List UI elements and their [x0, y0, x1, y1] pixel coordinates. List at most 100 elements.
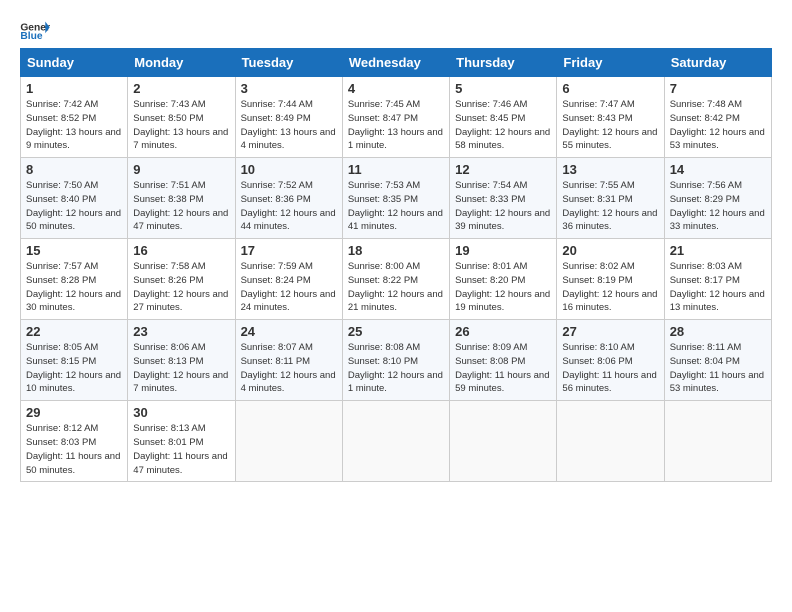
day-number: 20	[562, 243, 658, 258]
day-number: 21	[670, 243, 766, 258]
calendar-cell: 16 Sunrise: 7:58 AMSunset: 8:26 PMDayligh…	[128, 239, 235, 320]
day-number: 26	[455, 324, 551, 339]
day-header-monday: Monday	[128, 49, 235, 77]
header: General Blue	[20, 20, 772, 42]
day-info: Sunrise: 8:06 AMSunset: 8:13 PMDaylight:…	[133, 341, 229, 396]
day-number: 15	[26, 243, 122, 258]
day-info: Sunrise: 7:59 AMSunset: 8:24 PMDaylight:…	[241, 260, 337, 315]
week-row-5: 29 Sunrise: 8:12 AMSunset: 8:03 PMDayligh…	[21, 401, 772, 482]
calendar-cell: 4Sunrise: 7:45 AMSunset: 8:47 PMDaylight…	[342, 77, 449, 158]
calendar-cell: 19Sunrise: 8:01 AMSunset: 8:20 PMDayligh…	[450, 239, 557, 320]
calendar-cell: 24 Sunrise: 8:07 AMSunset: 8:11 PMDayligh…	[235, 320, 342, 401]
calendar-cell	[235, 401, 342, 482]
day-number: 9	[133, 162, 229, 177]
calendar-table: SundayMondayTuesdayWednesdayThursdayFrid…	[20, 48, 772, 482]
logo: General Blue	[20, 20, 50, 42]
day-info: Sunrise: 8:08 AMSunset: 8:10 PMDaylight:…	[348, 341, 444, 396]
day-info: Sunrise: 7:42 AMSunset: 8:52 PMDaylight:…	[26, 98, 122, 153]
day-info: Sunrise: 8:02 AMSunset: 8:19 PMDaylight:…	[562, 260, 658, 315]
header-row: SundayMondayTuesdayWednesdayThursdayFrid…	[21, 49, 772, 77]
day-number: 25	[348, 324, 444, 339]
day-number: 10	[241, 162, 337, 177]
day-info: Sunrise: 7:55 AMSunset: 8:31 PMDaylight:…	[562, 179, 658, 234]
calendar-cell: 7 Sunrise: 7:48 AMSunset: 8:42 PMDaylight…	[664, 77, 771, 158]
day-info: Sunrise: 8:09 AMSunset: 8:08 PMDaylight:…	[455, 341, 551, 396]
day-info: Sunrise: 7:46 AMSunset: 8:45 PMDaylight:…	[455, 98, 551, 153]
day-number: 5	[455, 81, 551, 96]
calendar-cell	[557, 401, 664, 482]
day-info: Sunrise: 8:12 AMSunset: 8:03 PMDaylight:…	[26, 422, 122, 477]
day-info: Sunrise: 8:10 AMSunset: 8:06 PMDaylight:…	[562, 341, 658, 396]
day-number: 19	[455, 243, 551, 258]
day-number: 14	[670, 162, 766, 177]
calendar-cell: 8Sunrise: 7:50 AMSunset: 8:40 PMDaylight…	[21, 158, 128, 239]
calendar-cell: 21 Sunrise: 8:03 AMSunset: 8:17 PMDayligh…	[664, 239, 771, 320]
day-info: Sunrise: 8:13 AMSunset: 8:01 PMDaylight:…	[133, 422, 229, 477]
calendar-cell: 22 Sunrise: 8:05 AMSunset: 8:15 PMDayligh…	[21, 320, 128, 401]
day-number: 24	[241, 324, 337, 339]
day-number: 3	[241, 81, 337, 96]
calendar-cell: 15 Sunrise: 7:57 AMSunset: 8:28 PMDayligh…	[21, 239, 128, 320]
calendar-cell: 11 Sunrise: 7:53 AMSunset: 8:35 PMDayligh…	[342, 158, 449, 239]
calendar-cell: 30Sunrise: 8:13 AMSunset: 8:01 PMDayligh…	[128, 401, 235, 482]
day-header-tuesday: Tuesday	[235, 49, 342, 77]
day-header-thursday: Thursday	[450, 49, 557, 77]
day-number: 12	[455, 162, 551, 177]
calendar-cell: 12 Sunrise: 7:54 AMSunset: 8:33 PMDayligh…	[450, 158, 557, 239]
calendar-cell: 20 Sunrise: 8:02 AMSunset: 8:19 PMDayligh…	[557, 239, 664, 320]
day-number: 13	[562, 162, 658, 177]
day-info: Sunrise: 7:56 AMSunset: 8:29 PMDaylight:…	[670, 179, 766, 234]
day-number: 28	[670, 324, 766, 339]
day-info: Sunrise: 7:48 AMSunset: 8:42 PMDaylight:…	[670, 98, 766, 153]
day-info: Sunrise: 7:43 AMSunset: 8:50 PMDaylight:…	[133, 98, 229, 153]
day-info: Sunrise: 7:54 AMSunset: 8:33 PMDaylight:…	[455, 179, 551, 234]
calendar-cell: 18Sunrise: 8:00 AMSunset: 8:22 PMDayligh…	[342, 239, 449, 320]
calendar-cell	[342, 401, 449, 482]
calendar-cell: 29 Sunrise: 8:12 AMSunset: 8:03 PMDayligh…	[21, 401, 128, 482]
week-row-1: 1 Sunrise: 7:42 AMSunset: 8:52 PMDaylight…	[21, 77, 772, 158]
calendar-cell: 5 Sunrise: 7:46 AMSunset: 8:45 PMDaylight…	[450, 77, 557, 158]
day-number: 18	[348, 243, 444, 258]
day-info: Sunrise: 8:03 AMSunset: 8:17 PMDaylight:…	[670, 260, 766, 315]
week-row-4: 22 Sunrise: 8:05 AMSunset: 8:15 PMDayligh…	[21, 320, 772, 401]
calendar-cell: 10 Sunrise: 7:52 AMSunset: 8:36 PMDayligh…	[235, 158, 342, 239]
day-info: Sunrise: 7:47 AMSunset: 8:43 PMDaylight:…	[562, 98, 658, 153]
calendar-cell: 6 Sunrise: 7:47 AMSunset: 8:43 PMDaylight…	[557, 77, 664, 158]
day-number: 4	[348, 81, 444, 96]
svg-text:Blue: Blue	[20, 31, 43, 42]
calendar-cell: 17 Sunrise: 7:59 AMSunset: 8:24 PMDayligh…	[235, 239, 342, 320]
day-info: Sunrise: 8:05 AMSunset: 8:15 PMDaylight:…	[26, 341, 122, 396]
day-number: 7	[670, 81, 766, 96]
calendar-cell: 9 Sunrise: 7:51 AMSunset: 8:38 PMDaylight…	[128, 158, 235, 239]
day-number: 27	[562, 324, 658, 339]
calendar-cell: 28Sunrise: 8:11 AMSunset: 8:04 PMDayligh…	[664, 320, 771, 401]
calendar-cell: 1 Sunrise: 7:42 AMSunset: 8:52 PMDaylight…	[21, 77, 128, 158]
day-info: Sunrise: 8:07 AMSunset: 8:11 PMDaylight:…	[241, 341, 337, 396]
day-number: 6	[562, 81, 658, 96]
day-info: Sunrise: 7:52 AMSunset: 8:36 PMDaylight:…	[241, 179, 337, 234]
day-number: 23	[133, 324, 229, 339]
day-number: 22	[26, 324, 122, 339]
week-row-2: 8Sunrise: 7:50 AMSunset: 8:40 PMDaylight…	[21, 158, 772, 239]
calendar-cell	[664, 401, 771, 482]
day-info: Sunrise: 7:57 AMSunset: 8:28 PMDaylight:…	[26, 260, 122, 315]
calendar-cell: 13 Sunrise: 7:55 AMSunset: 8:31 PMDayligh…	[557, 158, 664, 239]
day-number: 17	[241, 243, 337, 258]
day-info: Sunrise: 7:51 AMSunset: 8:38 PMDaylight:…	[133, 179, 229, 234]
day-number: 29	[26, 405, 122, 420]
calendar-cell: 2Sunrise: 7:43 AMSunset: 8:50 PMDaylight…	[128, 77, 235, 158]
day-header-sunday: Sunday	[21, 49, 128, 77]
day-info: Sunrise: 7:44 AMSunset: 8:49 PMDaylight:…	[241, 98, 337, 153]
calendar-cell: 26 Sunrise: 8:09 AMSunset: 8:08 PMDayligh…	[450, 320, 557, 401]
day-number: 16	[133, 243, 229, 258]
calendar-cell: 3 Sunrise: 7:44 AMSunset: 8:49 PMDaylight…	[235, 77, 342, 158]
calendar-cell: 23 Sunrise: 8:06 AMSunset: 8:13 PMDayligh…	[128, 320, 235, 401]
day-info: Sunrise: 7:58 AMSunset: 8:26 PMDaylight:…	[133, 260, 229, 315]
day-number: 1	[26, 81, 122, 96]
week-row-3: 15 Sunrise: 7:57 AMSunset: 8:28 PMDayligh…	[21, 239, 772, 320]
day-number: 11	[348, 162, 444, 177]
calendar-cell: 14 Sunrise: 7:56 AMSunset: 8:29 PMDayligh…	[664, 158, 771, 239]
day-header-friday: Friday	[557, 49, 664, 77]
day-info: Sunrise: 7:53 AMSunset: 8:35 PMDaylight:…	[348, 179, 444, 234]
day-header-saturday: Saturday	[664, 49, 771, 77]
